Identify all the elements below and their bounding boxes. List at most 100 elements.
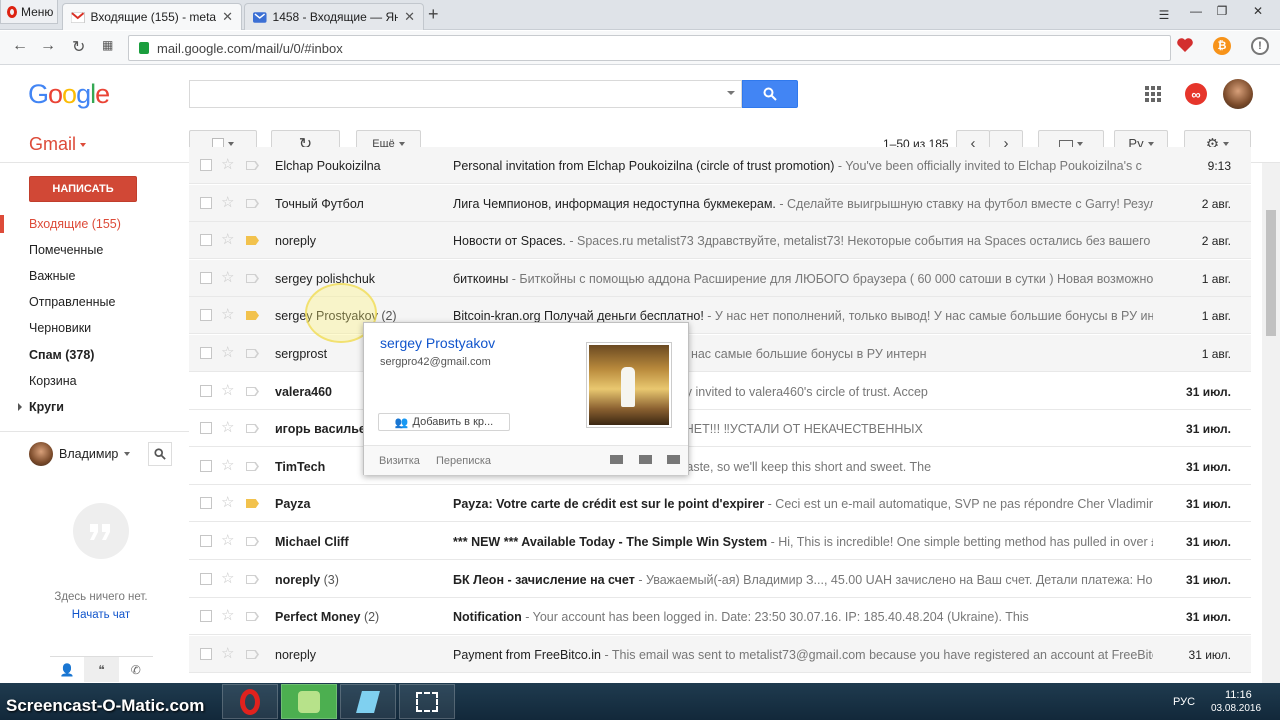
- star-icon[interactable]: ☆: [221, 343, 234, 361]
- expand-triangle-icon[interactable]: [18, 403, 22, 411]
- maximize-icon[interactable]: ❐: [1210, 0, 1234, 22]
- taskbar-notepad-icon[interactable]: [340, 684, 396, 719]
- star-icon[interactable]: ☆: [221, 569, 234, 587]
- nav-spam[interactable]: Спам (378): [29, 348, 94, 362]
- importance-marker-icon[interactable]: [246, 349, 259, 358]
- row-checkbox[interactable]: [200, 610, 212, 622]
- row-checkbox[interactable]: [200, 197, 212, 209]
- message-row[interactable]: ☆ noreply Новости от Spaces. - Spaces.ru …: [189, 222, 1251, 259]
- row-checkbox[interactable]: [200, 460, 212, 472]
- importance-marker-icon[interactable]: [246, 311, 259, 320]
- star-icon[interactable]: ☆: [221, 381, 234, 399]
- minimize-icon[interactable]: —: [1184, 0, 1208, 22]
- star-icon[interactable]: ☆: [221, 531, 234, 549]
- tray-language[interactable]: РУС: [1173, 696, 1195, 708]
- scrollbar-thumb[interactable]: [1266, 210, 1276, 336]
- importance-marker-icon[interactable]: [246, 236, 259, 245]
- chat-user-menu[interactable]: Владимир: [29, 442, 131, 466]
- importance-marker-icon[interactable]: [246, 499, 259, 508]
- contacts-icon[interactable]: 👤: [50, 656, 85, 682]
- phone-icon[interactable]: ✆: [118, 656, 153, 682]
- search-button[interactable]: [742, 80, 798, 108]
- mail-search-input[interactable]: [189, 80, 742, 108]
- email-icon[interactable]: [667, 455, 680, 464]
- importance-marker-icon[interactable]: [246, 274, 259, 283]
- opera-menu-button[interactable]: Меню: [0, 0, 58, 24]
- new-tab-icon[interactable]: +: [428, 4, 439, 25]
- nav-circles[interactable]: Круги: [29, 400, 64, 414]
- importance-marker-icon[interactable]: [246, 650, 259, 659]
- chat-icon[interactable]: [639, 455, 652, 464]
- address-bar[interactable]: mail.google.com/mail/u/0/#inbox: [128, 35, 1171, 61]
- row-checkbox[interactable]: [200, 159, 212, 171]
- importance-marker-icon[interactable]: [246, 387, 259, 396]
- row-checkbox[interactable]: [200, 422, 212, 434]
- message-row[interactable]: ☆ Michael Cliff *** NEW *** Available Tod…: [189, 523, 1251, 560]
- nav-starred[interactable]: Помеченные: [29, 243, 103, 257]
- importance-marker-icon[interactable]: [246, 161, 259, 170]
- tab-menu-icon[interactable]: ☰: [1152, 4, 1176, 26]
- star-icon[interactable]: ☆: [221, 193, 234, 211]
- notifications-infinity-icon[interactable]: ∞: [1185, 83, 1207, 105]
- message-row[interactable]: ☆ Точный Футбол Лига Чемпионов, информаци…: [189, 185, 1251, 222]
- google-apps-icon[interactable]: [1145, 86, 1161, 102]
- row-checkbox[interactable]: [200, 309, 212, 321]
- message-row[interactable]: ☆ Payza Payza: Votre carte de crédit est …: [189, 485, 1251, 522]
- importance-marker-icon[interactable]: [246, 424, 259, 433]
- row-checkbox[interactable]: [200, 497, 212, 509]
- add-to-circles-button[interactable]: 👥 Добавить в кр...: [378, 413, 510, 431]
- taskbar-capture-icon[interactable]: [399, 684, 455, 719]
- importance-marker-icon[interactable]: [246, 462, 259, 471]
- speed-dial-icon[interactable]: ▦: [102, 38, 113, 52]
- row-checkbox[interactable]: [200, 347, 212, 359]
- chat-search-button[interactable]: [148, 442, 172, 466]
- star-icon[interactable]: ☆: [221, 606, 234, 624]
- close-tab-icon[interactable]: ✕: [404, 9, 415, 25]
- nav-sent[interactable]: Отправленные: [29, 295, 115, 309]
- nav-drafts[interactable]: Черновики: [29, 321, 91, 335]
- row-checkbox[interactable]: [200, 535, 212, 547]
- browser-tab-gmail[interactable]: Входящие (155) - metalist ✕: [62, 3, 242, 30]
- star-icon[interactable]: ☆: [221, 644, 234, 662]
- close-tab-icon[interactable]: ✕: [222, 9, 233, 25]
- google-logo[interactable]: Google: [28, 79, 110, 110]
- hovercard-profile-link[interactable]: Визитка: [379, 455, 420, 467]
- video-call-icon[interactable]: [610, 455, 623, 464]
- forward-icon[interactable]: →: [40, 37, 56, 55]
- update-extension-icon[interactable]: !: [1251, 37, 1269, 55]
- compose-button[interactable]: НАПИСАТЬ: [29, 176, 137, 202]
- message-row[interactable]: ☆ noreply (3) БК Леон - зачисление на счет…: [189, 561, 1251, 598]
- close-window-icon[interactable]: ✕: [1238, 0, 1278, 22]
- nav-important[interactable]: Важные: [29, 269, 76, 283]
- row-checkbox[interactable]: [200, 648, 212, 660]
- tray-date[interactable]: 03.08.2016: [1211, 703, 1261, 714]
- message-row[interactable]: ☆valera460 of trust promotion) - You've …: [189, 373, 1251, 410]
- star-icon[interactable]: ☆: [221, 268, 234, 286]
- taskbar-app-icon[interactable]: [281, 684, 337, 719]
- star-icon[interactable]: ☆: [221, 493, 234, 511]
- account-avatar[interactable]: [1223, 79, 1253, 109]
- importance-marker-icon[interactable]: [246, 575, 259, 584]
- message-row[interactable]: ☆ Elchap Poukoizilna Personal invitation …: [189, 147, 1251, 184]
- star-icon[interactable]: ☆: [221, 456, 234, 474]
- row-checkbox[interactable]: [200, 234, 212, 246]
- message-row[interactable]: ☆ Perfect Money (2) Notification - Your ac…: [189, 598, 1251, 635]
- search-options-caret-icon[interactable]: [727, 91, 735, 95]
- hovercard-name[interactable]: sergey Prostyakov: [380, 335, 495, 351]
- star-icon[interactable]: ☆: [221, 230, 234, 248]
- reload-icon[interactable]: ↻: [72, 37, 85, 57]
- star-icon[interactable]: ☆: [221, 418, 234, 436]
- row-checkbox[interactable]: [200, 385, 212, 397]
- row-checkbox[interactable]: [200, 272, 212, 284]
- taskbar-opera-icon[interactable]: [222, 684, 278, 719]
- row-checkbox[interactable]: [200, 573, 212, 585]
- star-icon[interactable]: ☆: [221, 305, 234, 323]
- browser-tab-yandex[interactable]: 1458 - Входящие — Янде ✕: [244, 3, 424, 30]
- hovercard-mail-link[interactable]: Переписка: [436, 455, 491, 467]
- nav-inbox[interactable]: Входящие (155): [29, 217, 121, 231]
- message-row[interactable]: ☆игорь васильев !!! ПРОЕКТ БОМБА! ВЗРЫВА…: [189, 410, 1251, 447]
- tray-time[interactable]: 11:16: [1225, 689, 1252, 701]
- message-row[interactable]: ☆TimTech Out On This... - Hi Vladimir , …: [189, 448, 1251, 485]
- back-icon[interactable]: ←: [12, 37, 28, 55]
- message-row[interactable]: ☆ noreply Payment from FreeBitco.in - Thi…: [189, 636, 1251, 673]
